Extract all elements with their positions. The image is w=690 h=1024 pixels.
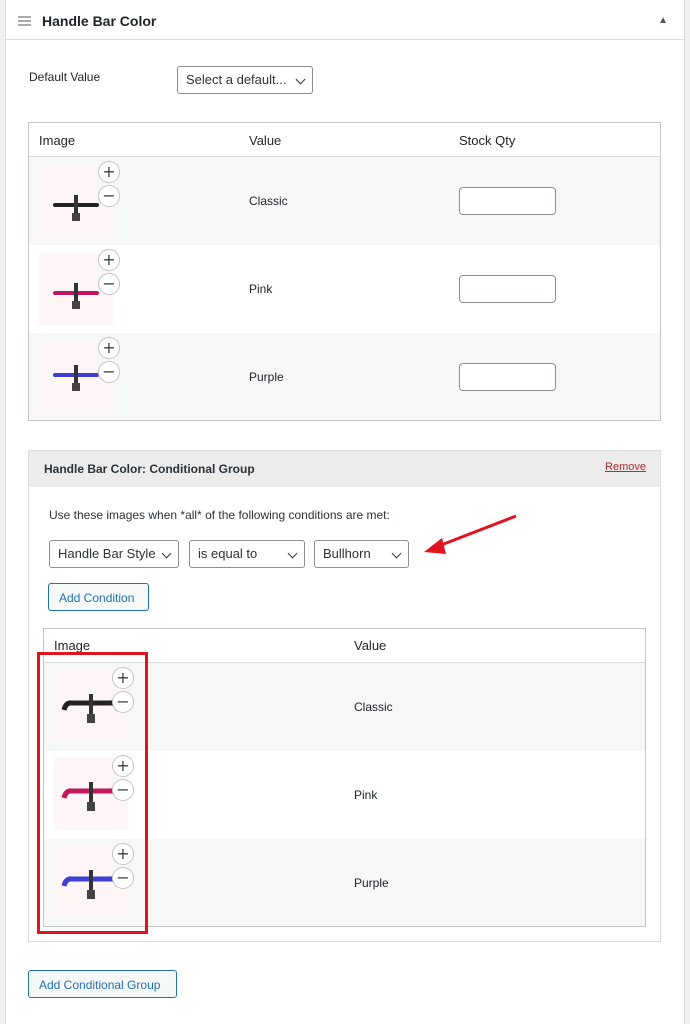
table-row: + − Classic — [29, 157, 660, 245]
default-value-label: Default Value — [29, 70, 101, 84]
condition-value-selected: Bullhorn — [323, 546, 371, 561]
panel-header[interactable]: Handle Bar Color ▲ — [6, 0, 684, 40]
chevron-down-icon — [391, 548, 402, 559]
chevron-down-icon — [161, 548, 172, 559]
annotation-arrow-icon — [424, 514, 517, 554]
table-row: + − Purple — [29, 333, 660, 420]
column-header-stock-qty: Stock Qty — [459, 133, 516, 148]
condition-instruction: Use these images when *all* of the follo… — [49, 508, 390, 522]
remove-group-link[interactable]: Remove — [605, 461, 646, 473]
conditional-value: Purple — [354, 876, 389, 890]
condition-attribute-select[interactable]: Handle Bar Style — [49, 540, 179, 568]
conditional-value: Pink — [354, 788, 378, 802]
conditional-value: Classic — [354, 700, 393, 714]
add-condition-button[interactable]: Add Condition — [48, 583, 149, 611]
variant-value: Classic — [249, 194, 288, 208]
remove-image-button[interactable]: − — [98, 361, 120, 383]
remove-image-button[interactable]: − — [98, 185, 120, 207]
condition-attribute-selected: Handle Bar Style — [58, 546, 156, 561]
variant-value: Purple — [249, 370, 284, 384]
remove-image-button[interactable]: − — [98, 273, 120, 295]
annotation-highlight-box — [37, 652, 148, 934]
chevron-down-icon — [295, 74, 306, 85]
drag-handle-icon[interactable] — [18, 16, 31, 26]
default-value-select[interactable]: Select a default... — [177, 66, 313, 94]
stock-qty-input[interactable] — [459, 275, 556, 303]
collapse-arrow-icon[interactable]: ▲ — [658, 15, 668, 26]
column-header-image: Image — [54, 638, 91, 653]
stock-qty-input[interactable] — [459, 187, 556, 215]
add-image-button[interactable]: + — [98, 337, 120, 359]
condition-operator-select[interactable]: is equal to — [189, 540, 305, 568]
add-image-button[interactable]: + — [98, 249, 120, 271]
column-header-value: Value — [354, 638, 387, 653]
column-header-image: Image — [39, 133, 76, 148]
add-image-button[interactable]: + — [98, 161, 120, 183]
condition-value-select[interactable]: Bullhorn — [314, 540, 409, 568]
conditional-group-title: Handle Bar Color: Conditional Group — [44, 462, 255, 476]
table-row: + − Pink — [29, 245, 660, 333]
default-value-selected: Select a default... — [186, 72, 287, 87]
variant-value: Pink — [249, 282, 273, 296]
chevron-down-icon — [287, 548, 298, 559]
panel-title: Handle Bar Color — [42, 13, 157, 29]
variants-table: Image Value Stock Qty + − Classic + − Pi… — [28, 122, 661, 421]
add-conditional-group-button[interactable]: Add Conditional Group — [28, 970, 177, 998]
stock-qty-input[interactable] — [459, 363, 556, 391]
conditional-group-header: Handle Bar Color: Conditional Group Remo… — [29, 451, 660, 487]
column-header-value: Value — [249, 133, 282, 148]
condition-operator-selected: is equal to — [198, 546, 258, 561]
